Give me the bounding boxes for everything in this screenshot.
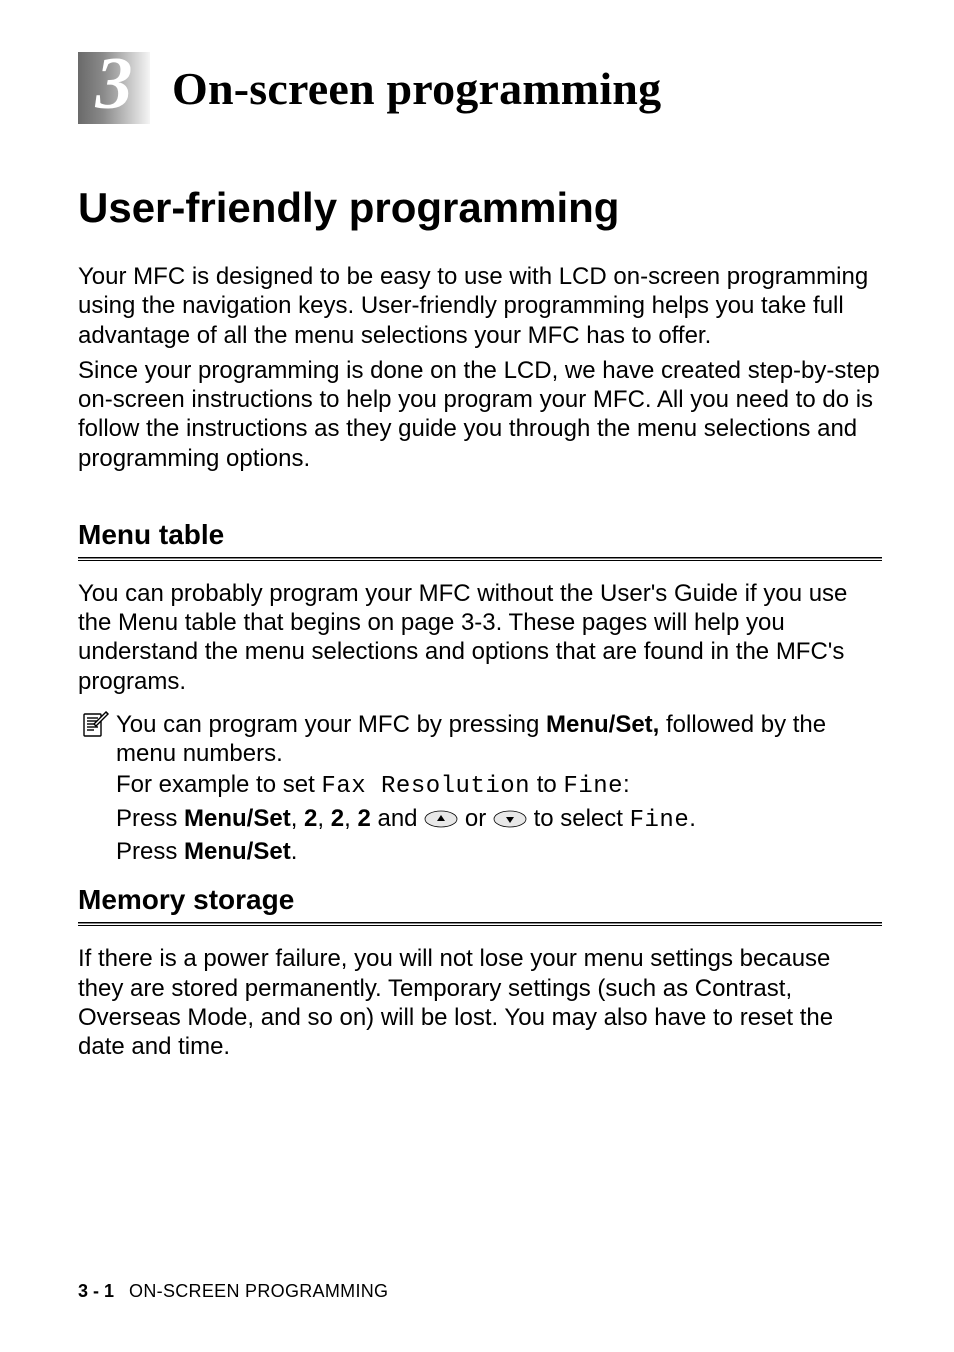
chapter-header: 3 On-screen programming (78, 52, 882, 124)
document-page: 3 On-screen programming User-friendly pr… (0, 0, 954, 1352)
text-run: to (530, 771, 563, 798)
page-footer: 3 - 1 ON-SCREEN PROGRAMMING (78, 1281, 388, 1302)
text-bold: Menu/Set (184, 805, 291, 832)
text-bold: Menu/Set, (546, 711, 659, 738)
memory-storage-paragraph: If there is a power failure, you will no… (78, 944, 882, 1061)
text-run: , (317, 805, 330, 832)
text-run: , (344, 805, 357, 832)
nav-up-icon (424, 810, 458, 828)
page-number: 3 - 1 (78, 1281, 114, 1301)
text-run: You can program your MFC by pressing (116, 711, 546, 738)
text-run: and (371, 805, 424, 832)
text-bold: 2 (304, 805, 317, 832)
text-run: Press (116, 805, 184, 832)
chapter-number: 3 (96, 47, 133, 121)
text-mono: Fine (630, 807, 690, 834)
note-line-3: Press Menu/Set, 2, 2, 2 and or to select… (116, 804, 882, 835)
text-run: For example to set (116, 771, 321, 798)
note-icon-wrap (78, 710, 114, 747)
section-heading-memory-storage: Memory storage (78, 884, 882, 916)
text-run: . (291, 838, 298, 865)
intro-paragraph-2: Since your programming is done on the LC… (78, 356, 882, 473)
text-run: : (623, 771, 630, 798)
nav-down-icon (493, 810, 527, 828)
text-run: , (291, 805, 304, 832)
note-line-2: For example to set Fax Resolution to Fin… (116, 770, 882, 801)
note-text: You can program your MFC by pressing Men… (116, 710, 882, 868)
note-icon (78, 710, 110, 742)
menu-table-paragraph: You can probably program your MFC withou… (78, 579, 882, 696)
chapter-number-badge: 3 (78, 52, 150, 124)
section-rule (78, 557, 882, 561)
text-mono: Fax Resolution (321, 773, 530, 800)
note-line-1: You can program your MFC by pressing Men… (116, 710, 882, 769)
page-title: User-friendly programming (78, 184, 882, 232)
note-line-4: Press Menu/Set. (116, 837, 882, 866)
note-block: You can program your MFC by pressing Men… (78, 710, 882, 868)
intro-paragraph-1: Your MFC is designed to be easy to use w… (78, 262, 882, 350)
text-run: to select (534, 805, 630, 832)
section-rule (78, 922, 882, 926)
text-run: or (465, 805, 493, 832)
text-bold: Menu/Set (184, 838, 291, 865)
text-bold: 2 (357, 805, 370, 832)
text-run: Press (116, 838, 184, 865)
text-run: . (689, 805, 696, 832)
text-mono: Fine (563, 773, 623, 800)
footer-section: ON-SCREEN PROGRAMMING (129, 1281, 388, 1301)
section-heading-menu-table: Menu table (78, 519, 882, 551)
chapter-title: On-screen programming (172, 62, 661, 115)
text-bold: 2 (331, 805, 344, 832)
